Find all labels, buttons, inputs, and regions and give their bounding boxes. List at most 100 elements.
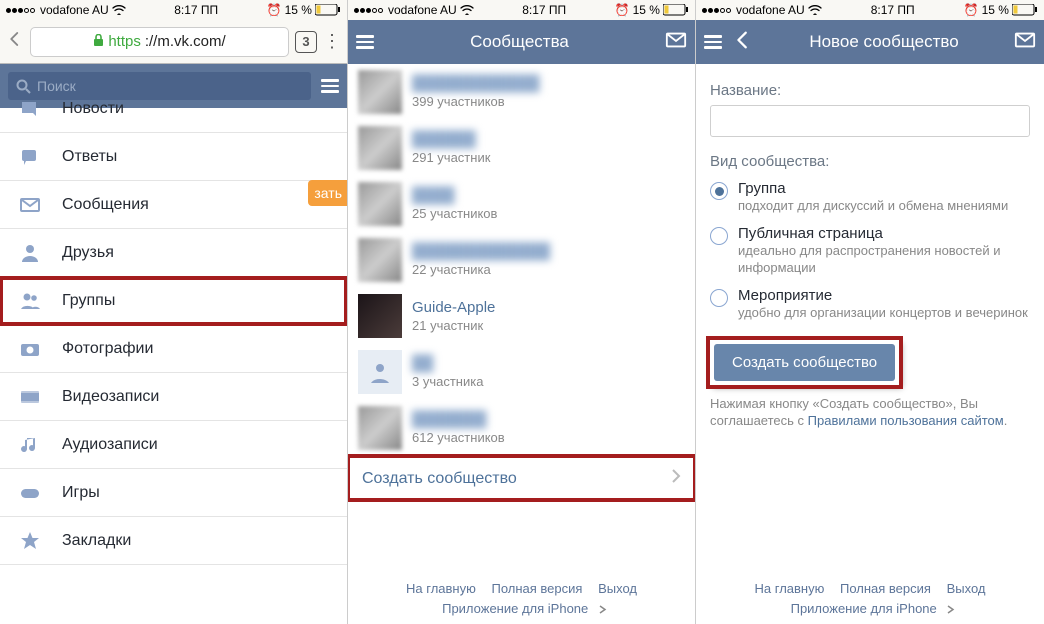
terms-link[interactable]: Правилами пользования сайтом	[808, 413, 1004, 428]
radio-icon	[710, 227, 728, 245]
browser-menu-button[interactable]: ⋮	[323, 31, 341, 52]
footer-app-link[interactable]: Приложение для iPhone	[791, 601, 937, 616]
community-subcount: 25 участников	[412, 206, 497, 221]
wifi-icon	[112, 3, 126, 18]
footer-exit-link[interactable]: Выход	[947, 581, 986, 596]
replies-icon	[18, 146, 42, 168]
side-orange-badge[interactable]: зать	[308, 180, 348, 206]
tabs-button[interactable]: 3	[295, 31, 317, 53]
community-row[interactable]: ████████████ 399 участников	[348, 64, 695, 120]
menu-item-games[interactable]: Игры	[0, 469, 347, 517]
battery-label: 15 %	[633, 3, 660, 17]
avatar	[358, 238, 402, 282]
footer-home-link[interactable]: На главную	[406, 581, 476, 596]
middle-pane: vodafone AU 8:17 ПП ⏰ 15 % Сообщества ██…	[348, 0, 696, 624]
back-button[interactable]	[732, 29, 754, 56]
alarm-icon: ⏰	[615, 3, 630, 17]
community-subcount: 22 участника	[412, 262, 550, 277]
footer: На главную Полная версия Выход Приложени…	[696, 579, 1044, 618]
search-input[interactable]: Поиск	[8, 72, 311, 100]
alarm-icon: ⏰	[964, 3, 979, 17]
left-pane: vodafone AU 8:17 ПП ⏰ 15 % https://m.vk.…	[0, 0, 348, 624]
menu-label: Аудиозаписи	[62, 436, 158, 454]
create-community-link[interactable]: Создать сообщество	[348, 456, 695, 500]
menu-label: Новости	[62, 100, 124, 118]
community-subcount: 21 участник	[412, 318, 495, 333]
menu-item-replies[interactable]: Ответы	[0, 133, 347, 181]
games-icon	[18, 482, 42, 504]
avatar	[358, 406, 402, 450]
community-row[interactable]: ██████ 291 участник	[348, 120, 695, 176]
hamburger-icon[interactable]	[321, 79, 339, 93]
hamburger-icon[interactable]	[704, 35, 722, 49]
battery-label: 15 %	[982, 3, 1009, 17]
community-name: ████	[412, 187, 497, 204]
news-icon	[18, 98, 42, 120]
community-row[interactable]: ██ 3 участника	[348, 344, 695, 400]
page-title: Новое сообщество	[764, 32, 1004, 52]
community-subcount: 612 участников	[412, 430, 505, 445]
avatar	[358, 126, 402, 170]
menu-label: Сообщения	[62, 196, 149, 214]
sidebar-menu: Новости Ответы Сообщения Друзья Группы Ф…	[0, 85, 347, 565]
menu-item-messages[interactable]: Сообщения	[0, 181, 347, 229]
type-option-group[interactable]: Группа подходит для дискуссий и обмена м…	[710, 180, 1030, 215]
footer-full-link[interactable]: Полная версия	[491, 581, 582, 596]
clock-label: 8:17 ПП	[871, 3, 915, 17]
community-row[interactable]: ████ 25 участников	[348, 176, 695, 232]
menu-item-audio[interactable]: Аудиозаписи	[0, 421, 347, 469]
footer-full-link[interactable]: Полная версия	[840, 581, 931, 596]
community-name: ████████████	[412, 75, 540, 92]
menu-item-friends[interactable]: Друзья	[0, 229, 347, 277]
community-row[interactable]: ███████ 612 участников	[348, 400, 695, 456]
terms-text: Нажимая кнопку «Создать сообщество», Вы …	[710, 395, 1030, 430]
signal-strength-icon	[6, 8, 35, 13]
name-label: Название:	[710, 82, 1030, 99]
create-community-label: Создать сообщество	[362, 470, 517, 488]
hamburger-icon[interactable]	[356, 35, 374, 49]
browser-back-button[interactable]	[6, 30, 24, 53]
carrier-label: vodafone AU	[736, 3, 805, 17]
menu-item-groups[interactable]: Группы	[0, 277, 347, 325]
footer-app-link[interactable]: Приложение для iPhone	[442, 601, 588, 616]
messages-icon	[18, 194, 42, 216]
menu-item-videos[interactable]: Видеозаписи	[0, 373, 347, 421]
mail-icon[interactable]	[1014, 29, 1036, 56]
community-name: █████████████	[412, 243, 550, 260]
chevron-right-icon	[598, 605, 607, 614]
footer-exit-link[interactable]: Выход	[598, 581, 637, 596]
search-icon	[16, 79, 31, 94]
menu-item-photos[interactable]: Фотографии	[0, 325, 347, 373]
mail-icon[interactable]	[665, 29, 687, 56]
type-option-event[interactable]: Мероприятие удобно для организации конце…	[710, 287, 1030, 322]
friends-icon	[18, 242, 42, 264]
community-subcount: 3 участника	[412, 374, 483, 389]
page-title: Сообщества	[384, 32, 655, 52]
url-field[interactable]: https://m.vk.com/	[30, 27, 289, 57]
option-title: Группа	[738, 180, 1008, 197]
menu-label: Друзья	[62, 244, 114, 262]
groups-icon	[18, 290, 42, 312]
community-row[interactable]: Guide-Apple 21 участник	[348, 288, 695, 344]
create-community-button[interactable]: Создать сообщество	[714, 344, 895, 381]
menu-label: Фотографии	[62, 340, 153, 358]
option-title: Мероприятие	[738, 287, 1028, 304]
clock-label: 8:17 ПП	[522, 3, 566, 17]
bookmarks-icon	[18, 530, 42, 552]
option-desc: идеально для распространения новостей и …	[738, 243, 1030, 277]
create-community-form: Название: Вид сообщества: Группа подходи…	[696, 64, 1044, 430]
vk-header: Сообщества	[348, 20, 695, 64]
status-bar: vodafone AU 8:17 ПП ⏰ 15 %	[348, 0, 695, 20]
community-row[interactable]: █████████████ 22 участника	[348, 232, 695, 288]
menu-label: Ответы	[62, 148, 117, 166]
battery-icon	[315, 4, 341, 16]
community-subcount: 291 участник	[412, 150, 490, 165]
lock-icon	[93, 34, 104, 50]
footer-home-link[interactable]: На главную	[755, 581, 825, 596]
menu-item-bookmarks[interactable]: Закладки	[0, 517, 347, 565]
community-name: Guide-Apple	[412, 299, 495, 316]
community-name-input[interactable]	[710, 105, 1030, 137]
videos-icon	[18, 386, 42, 408]
type-option-public[interactable]: Публичная страница идеально для распрост…	[710, 225, 1030, 277]
menu-label: Игры	[62, 484, 100, 502]
